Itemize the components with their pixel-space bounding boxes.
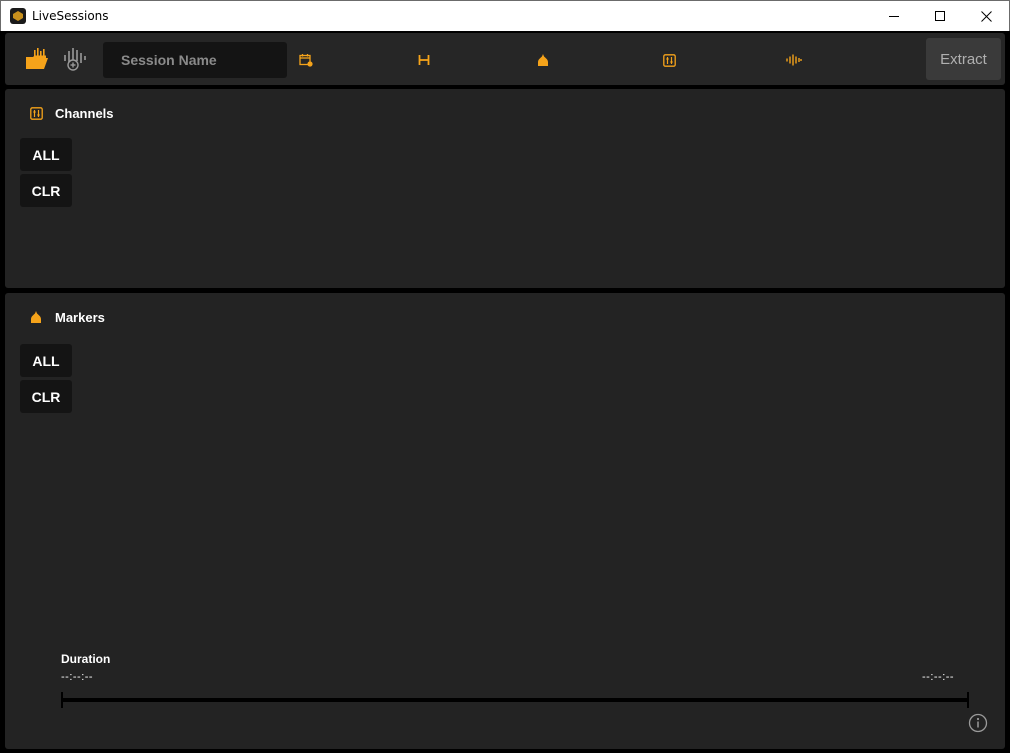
channels-panel: Channels ALL CLR xyxy=(5,89,1005,288)
minimize-icon xyxy=(888,15,899,17)
calendar-icon xyxy=(299,54,313,67)
app-body: Extract Channels ALL CLR xyxy=(1,31,1009,752)
minimize-button[interactable] xyxy=(871,1,917,31)
channels-icon xyxy=(662,53,676,67)
close-button[interactable] xyxy=(963,1,1009,31)
channels-clear-button[interactable]: CLR xyxy=(20,174,72,207)
markers-title: Markers xyxy=(55,309,105,325)
waveform-icon xyxy=(786,54,802,66)
app-logo-icon xyxy=(10,8,26,24)
extract-button[interactable]: Extract xyxy=(926,38,1001,80)
marker-icon xyxy=(30,309,48,325)
channels-all-button[interactable]: ALL xyxy=(20,138,72,171)
duration-slider[interactable] xyxy=(61,698,969,702)
range-button[interactable] xyxy=(416,52,432,68)
info-icon[interactable] xyxy=(968,713,988,733)
duration-slider-end-handle[interactable] xyxy=(967,692,969,708)
marker-icon xyxy=(538,54,548,66)
open-folder-icon xyxy=(26,48,48,69)
markers-panel: Markers ALL CLR Duration --:--:-- --:--:… xyxy=(5,293,1005,749)
session-name-input[interactable] xyxy=(103,42,287,78)
calendar-button[interactable] xyxy=(298,52,314,68)
markers-all-button[interactable]: ALL xyxy=(20,344,72,377)
channels-title: Channels xyxy=(55,105,114,121)
channels-button[interactable] xyxy=(661,52,677,68)
markers-clear-button[interactable]: CLR xyxy=(20,380,72,413)
add-audio-icon xyxy=(64,48,86,71)
toolbar: Extract xyxy=(5,33,1005,85)
channels-icon xyxy=(30,105,48,121)
title-bar: LiveSessions xyxy=(0,0,1010,31)
range-icon xyxy=(418,55,430,65)
open-folder-button[interactable] xyxy=(25,47,49,71)
duration-label: Duration xyxy=(61,652,111,666)
duration-slider-start-handle[interactable] xyxy=(61,692,63,708)
maximize-button[interactable] xyxy=(917,1,963,31)
waveform-button[interactable] xyxy=(785,52,803,68)
maximize-icon xyxy=(934,10,945,21)
add-audio-button[interactable] xyxy=(61,46,87,72)
marker-button[interactable] xyxy=(535,52,551,68)
duration-end-time: --:--:-- xyxy=(922,671,955,683)
duration-start-time: --:--:-- xyxy=(61,671,94,683)
window-title: LiveSessions xyxy=(32,9,109,23)
close-icon xyxy=(980,10,992,22)
markers-header: Markers xyxy=(30,309,105,325)
channels-header: Channels xyxy=(30,105,114,121)
